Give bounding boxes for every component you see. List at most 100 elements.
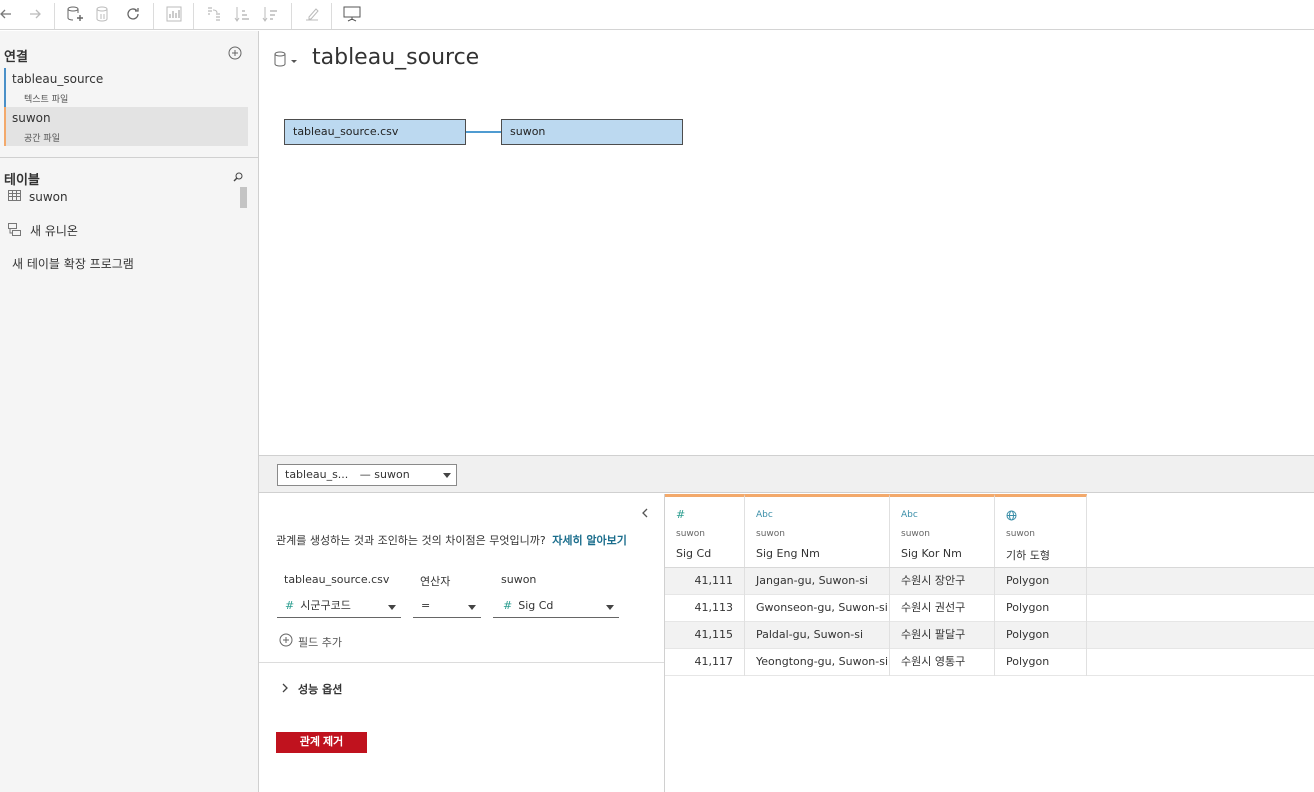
relationship-info: 관계를 생성하는 것과 조인하는 것의 차이점은 무엇입니까? 자세히 알아보기: [276, 532, 627, 548]
number-type-icon[interactable]: #: [676, 508, 685, 521]
column-source: suwon: [1006, 529, 1035, 539]
right-table-label: suwon: [501, 573, 537, 586]
cell-sig-kor-nm: 수원시 권선구: [890, 595, 995, 622]
cell-sig-eng-nm: Yeongtong-gu, Suwon-si: [745, 649, 890, 676]
highlight-icon[interactable]: [301, 3, 323, 25]
presentation-mode-icon[interactable]: [341, 3, 363, 25]
globe-icon[interactable]: [1006, 510, 1017, 524]
cell-sig-eng-nm: Jangan-gu, Suwon-si: [745, 568, 890, 595]
column-header-geometry[interactable]: suwon 기하 도형: [995, 494, 1087, 568]
operator-value: =: [421, 599, 431, 612]
cell-sig-cd: 41,115: [665, 622, 745, 649]
new-datasource-icon[interactable]: [64, 3, 86, 25]
left-pane: 연결 tableau_source 텍스트 파일 suwon 공간 파일 테이블…: [0, 31, 259, 792]
database-icon: [274, 51, 286, 70]
cell-sig-eng-nm: Paldal-gu, Suwon-si: [745, 622, 890, 649]
column-name: Sig Cd: [676, 547, 712, 560]
column-name: Sig Eng Nm: [756, 547, 820, 560]
left-table-label: tableau_source.csv: [284, 573, 390, 586]
left-field-dropdown[interactable]: # 시군구코드: [277, 596, 401, 618]
new-table-extension-item[interactable]: 새 테이블 확장 프로그램: [12, 255, 134, 272]
operator-dropdown[interactable]: =: [413, 596, 481, 618]
section-divider: [0, 157, 259, 158]
relationship-select[interactable]: tableau_s... — suwon: [277, 464, 457, 486]
new-table-extension-label: 새 테이블 확장 프로그램: [12, 257, 134, 271]
connection-tableau-source[interactable]: tableau_source 텍스트 파일: [4, 68, 248, 107]
cell-sig-eng-nm: Gwonseon-gu, Suwon-si: [745, 595, 890, 622]
relationship-canvas: tableau_source tableau_source.csv suwon: [259, 31, 1314, 454]
new-union-item[interactable]: 새 유니온: [8, 222, 78, 239]
left-field-value: 시군구코드: [300, 599, 351, 612]
connection-color-bar: [4, 107, 6, 146]
toolbar-divider: [291, 3, 292, 29]
add-connection-icon[interactable]: [228, 46, 242, 63]
connection-type: 공간 파일: [24, 134, 60, 144]
swap-icon[interactable]: [203, 3, 225, 25]
column-header-sig-eng-nm[interactable]: Abc suwon Sig Eng Nm: [745, 494, 890, 568]
chevron-down-icon: [290, 54, 298, 68]
datasource-title[interactable]: tableau_source: [312, 45, 479, 70]
connection-name: suwon: [12, 111, 51, 125]
relationship-info-text: 관계를 생성하는 것과 조인하는 것의 차이점은 무엇입니까?: [276, 534, 546, 547]
table-tile-tableau-source[interactable]: tableau_source.csv: [284, 119, 466, 145]
table-row[interactable]: 41,115 Paldal-gu, Suwon-si 수원시 팔달구 Polyg…: [665, 622, 1314, 649]
right-field-dropdown[interactable]: # Sig Cd: [493, 596, 619, 618]
refresh-icon[interactable]: [122, 3, 144, 25]
show-me-icon[interactable]: [163, 3, 185, 25]
learn-more-link[interactable]: 자세히 알아보기: [552, 534, 627, 547]
datasource-menu[interactable]: [274, 51, 298, 70]
sort-ascending-icon[interactable]: [231, 3, 253, 25]
toolbar-divider: [54, 3, 55, 29]
cell-sig-kor-nm: 수원시 영통구: [890, 649, 995, 676]
connection-name: tableau_source: [12, 72, 104, 86]
number-type-icon: #: [285, 599, 295, 612]
section-divider: [259, 662, 664, 663]
add-field-button[interactable]: 필드 추가: [279, 633, 342, 650]
back-icon[interactable]: [0, 3, 17, 25]
table-row[interactable]: 41,117 Yeongtong-gu, Suwon-si 수원시 영통구 Po…: [665, 649, 1314, 676]
chevron-down-icon: [443, 473, 451, 478]
string-type-icon[interactable]: Abc: [756, 510, 773, 520]
cell-geometry: Polygon: [995, 622, 1087, 649]
right-field-value: Sig Cd: [518, 599, 554, 612]
edit-relationship-pane: 관계를 생성하는 것과 조인하는 것의 차이점은 무엇입니까? 자세히 알아보기…: [259, 494, 665, 792]
toolbar-divider: [193, 3, 194, 29]
cell-sig-kor-nm: 수원시 팔달구: [890, 622, 995, 649]
string-type-icon[interactable]: Abc: [901, 510, 918, 520]
performance-options-toggle[interactable]: 성능 옵션: [282, 681, 342, 697]
relationship-selector-bar: tableau_s... — suwon: [259, 455, 1314, 493]
search-icon[interactable]: [233, 171, 243, 185]
table-row[interactable]: 41,111 Jangan-gu, Suwon-si 수원시 장안구 Polyg…: [665, 568, 1314, 595]
toolbar-divider: [331, 3, 332, 29]
sort-descending-icon[interactable]: [259, 3, 281, 25]
table-item-suwon[interactable]: suwon: [8, 190, 68, 204]
tables-heading: 테이블: [4, 173, 40, 188]
remove-relationship-button[interactable]: 관계 제거: [276, 732, 367, 753]
column-name: 기하 도형: [1006, 549, 1050, 562]
cell-geometry: Polygon: [995, 649, 1087, 676]
chevron-down-icon: [468, 605, 476, 610]
new-union-label: 새 유니온: [30, 224, 78, 238]
scrollbar-thumb[interactable]: [240, 187, 247, 208]
performance-options-label: 성능 옵션: [298, 683, 343, 696]
relationship-noodle[interactable]: [466, 131, 501, 133]
add-field-label: 필드 추가: [298, 635, 342, 649]
cell-sig-cd: 41,113: [665, 595, 745, 622]
column-header-sig-cd[interactable]: # suwon Sig Cd: [665, 494, 745, 568]
union-icon: [8, 222, 22, 239]
connection-type: 텍스트 파일: [24, 95, 69, 105]
chevron-down-icon: [606, 605, 614, 610]
operator-label: 연산자: [420, 575, 451, 588]
connection-suwon[interactable]: suwon 공간 파일: [4, 107, 248, 146]
column-name: Sig Kor Nm: [901, 547, 962, 560]
collapse-chevron-icon[interactable]: [641, 507, 649, 521]
column-header-sig-kor-nm[interactable]: Abc suwon Sig Kor Nm: [890, 494, 995, 568]
table-grid-icon: [8, 190, 21, 204]
table-row[interactable]: 41,113 Gwonseon-gu, Suwon-si 수원시 권선구 Pol…: [665, 595, 1314, 622]
table-tile-suwon[interactable]: suwon: [501, 119, 683, 145]
cell-sig-kor-nm: 수원시 장안구: [890, 568, 995, 595]
relationship-right-table: — suwon: [359, 468, 410, 481]
forward-icon[interactable]: [24, 3, 46, 25]
pause-update-icon[interactable]: [92, 3, 114, 25]
cell-geometry: Polygon: [995, 595, 1087, 622]
